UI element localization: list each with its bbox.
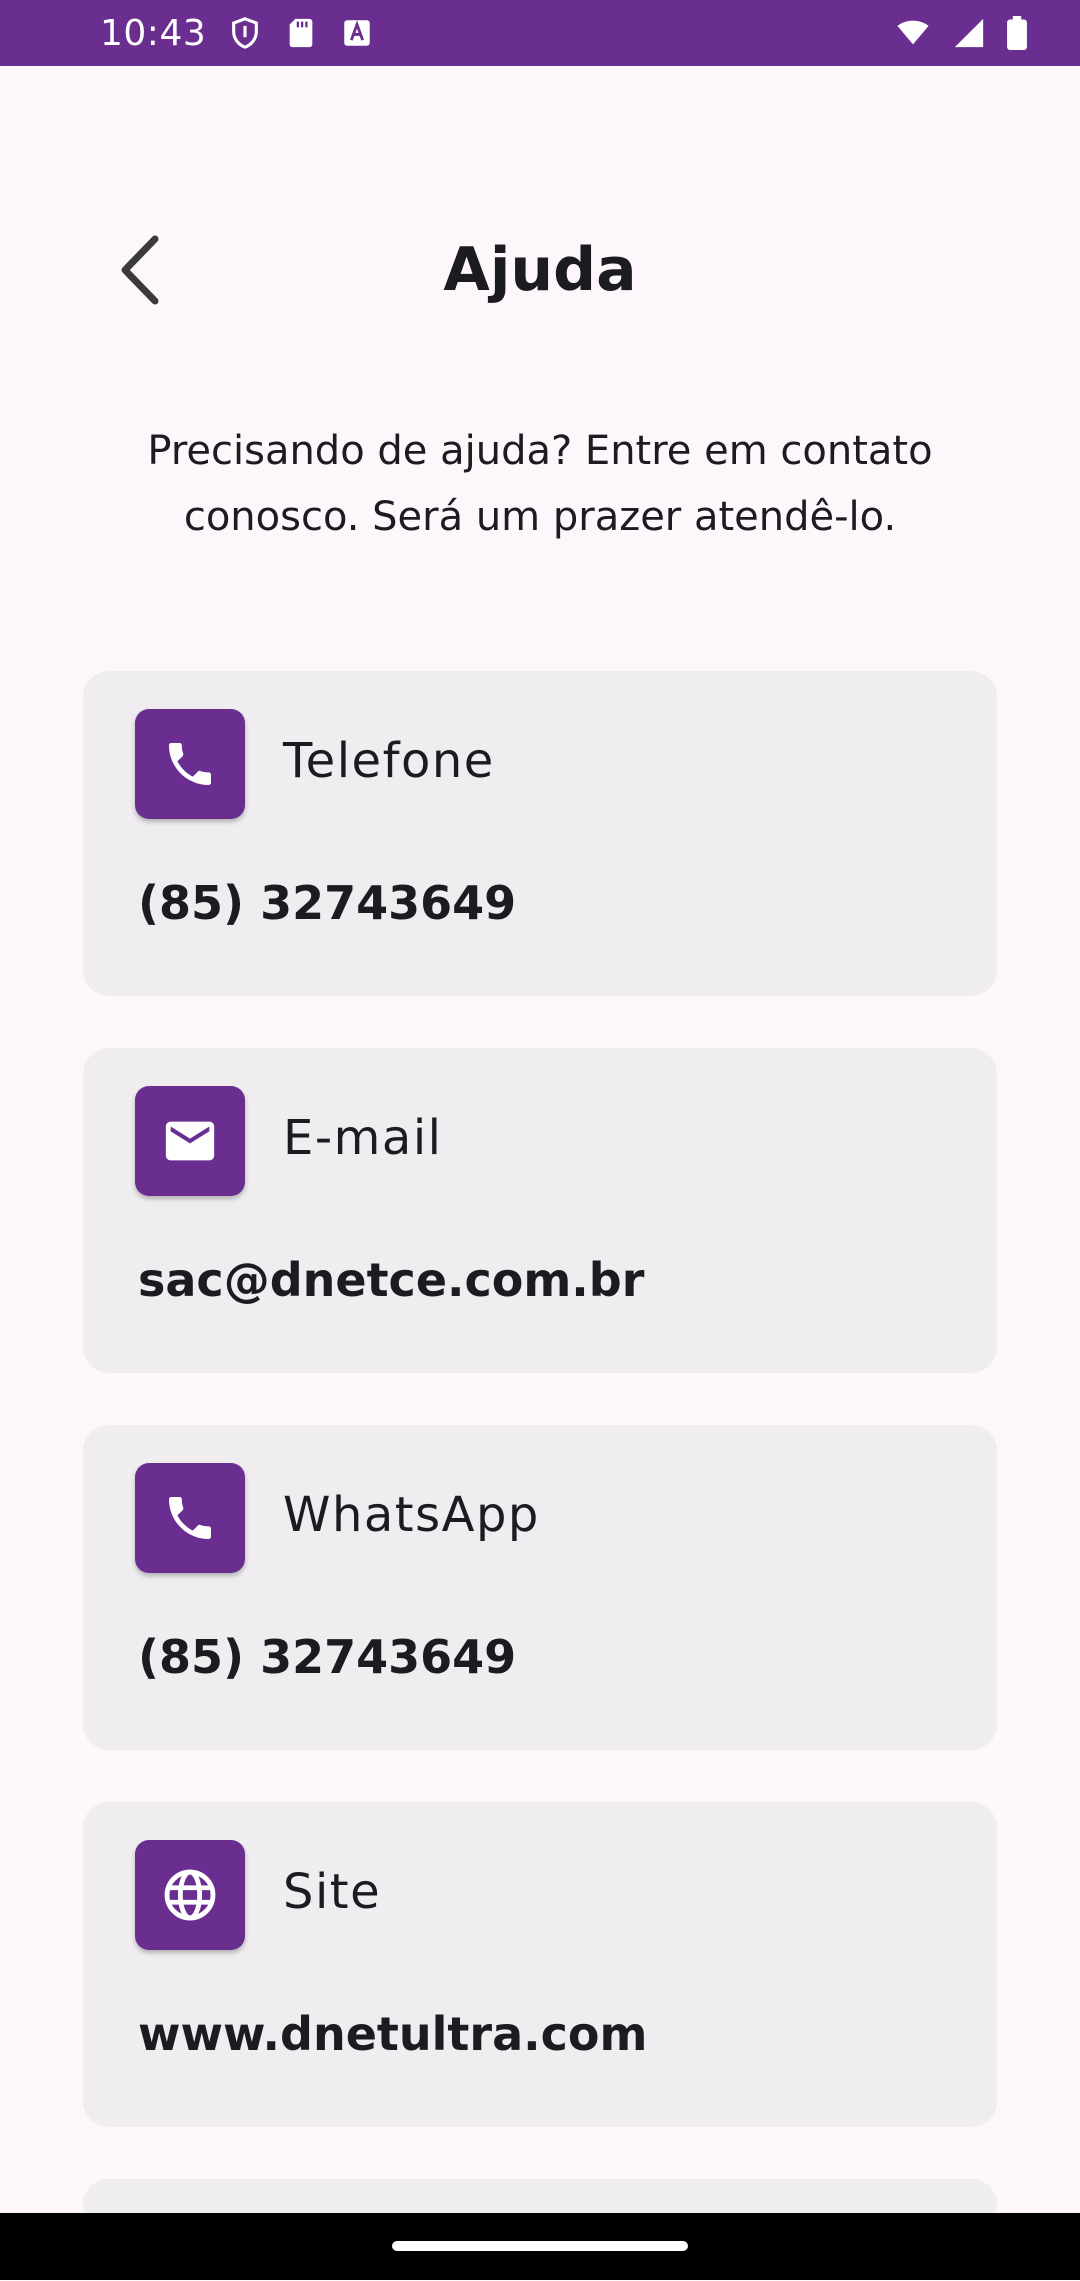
card-value: www.dnetultra.com (138, 2007, 648, 2061)
shield-icon (232, 17, 259, 49)
home-gesture-handle[interactable] (392, 2241, 688, 2251)
system-nav-bar (0, 2213, 1080, 2280)
card-icon-box (135, 709, 245, 819)
card-value: (85) 32743649 (138, 876, 517, 930)
phone-icon (169, 1497, 211, 1539)
app-header: Ajuda (0, 200, 1080, 340)
card-label: Telefone (283, 733, 495, 789)
card-icon-box (135, 1463, 245, 1573)
mail-icon (165, 1121, 215, 1161)
card-icon-box (135, 1840, 245, 1950)
card-label: E-mail (283, 1110, 443, 1166)
card-value: sac@dnetce.com.br (138, 1253, 645, 1307)
chevron-left-icon (121, 235, 159, 305)
contact-card-email[interactable]: E-mail sac@dnetce.com.br (83, 1048, 997, 1373)
intro-text: Precisando de ajuda? Entre em contato co… (147, 428, 933, 540)
signal-icon (954, 18, 984, 48)
card-label: Site (283, 1864, 382, 1920)
page-title: Ajuda (443, 235, 637, 305)
card-label: WhatsApp (283, 1487, 540, 1543)
contact-list: Telefone (85) 32743649 E-mail sac@dnetce… (83, 671, 997, 2281)
phone-icon (169, 743, 211, 785)
card-icon-box (135, 1086, 245, 1196)
back-button[interactable] (100, 230, 180, 310)
contact-card-whatsapp[interactable]: WhatsApp (85) 32743649 (83, 1425, 997, 1750)
sd-card-icon (289, 18, 313, 48)
battery-icon (1007, 16, 1027, 50)
card-value: (85) 32743649 (138, 1630, 517, 1684)
wifi-icon (897, 20, 929, 45)
contact-card-telefone[interactable]: Telefone (85) 32743649 (83, 671, 997, 996)
font-a-icon (344, 20, 370, 46)
globe-icon (164, 1869, 216, 1921)
status-time: 10:43 (100, 12, 207, 54)
status-bar: 10:43 (0, 0, 1080, 66)
contact-card-site[interactable]: Site www.dnetultra.com (83, 1802, 997, 2127)
